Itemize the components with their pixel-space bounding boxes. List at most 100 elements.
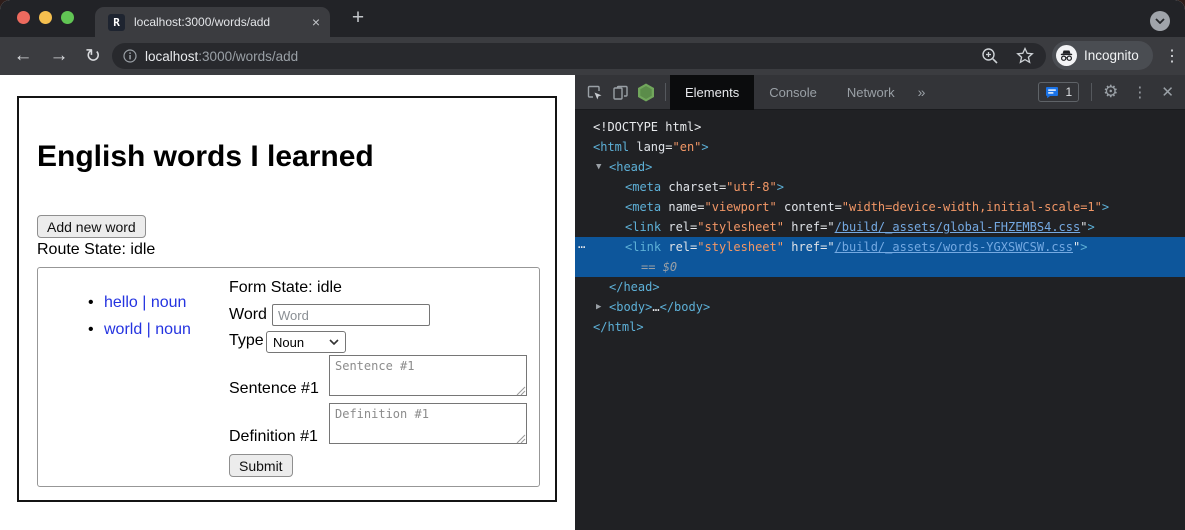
code-token: href xyxy=(791,240,820,254)
code-token: rel xyxy=(668,220,690,234)
web-page: English words I learned Add new word Rou… xyxy=(0,75,575,530)
code-token xyxy=(777,200,784,214)
back-icon[interactable]: ← xyxy=(8,37,38,75)
collapse-arrow-icon[interactable]: ▶ xyxy=(596,297,601,317)
sentence-textarea[interactable] xyxy=(329,355,527,396)
definition-label: Definition #1 xyxy=(229,428,318,446)
incognito-label: Incognito xyxy=(1084,48,1139,63)
submit-button[interactable]: Submit xyxy=(229,454,293,477)
code-token: =" xyxy=(820,220,834,234)
devtools-code-line[interactable]: == $0 xyxy=(575,257,1185,277)
words-panel: hello | noun world | noun Form State: idl… xyxy=(37,267,540,487)
incognito-icon xyxy=(1056,45,1077,66)
device-toolbar-icon[interactable] xyxy=(610,82,630,102)
code-token: > xyxy=(777,180,784,194)
remix-favicon-icon: R xyxy=(108,14,125,31)
toolbar-divider xyxy=(665,83,666,101)
code-token: =" xyxy=(820,240,834,254)
code-token: </head> xyxy=(609,280,660,294)
type-label: Type xyxy=(229,332,264,350)
code-token: <body> xyxy=(609,300,652,314)
code-token: rel xyxy=(668,240,690,254)
code-token: <link xyxy=(625,240,661,254)
address-bar[interactable]: localhost:3000/words/add xyxy=(112,43,1046,69)
devtools-menu-icon[interactable]: ⋮ xyxy=(1125,83,1154,101)
code-token: name xyxy=(668,200,697,214)
issues-button[interactable]: 1 xyxy=(1038,82,1079,102)
devtools-code-line[interactable]: ⋯<link rel="stylesheet" href="/build/_as… xyxy=(575,237,1185,257)
bookmark-star-icon[interactable] xyxy=(1015,46,1035,66)
code-token: "stylesheet" xyxy=(697,240,784,254)
devtools-code-line[interactable]: ▶<body>…</body> xyxy=(575,297,1185,317)
code-token: == xyxy=(641,260,663,274)
browser-tab[interactable]: R localhost:3000/words/add × xyxy=(95,7,330,37)
code-token: <meta xyxy=(625,180,661,194)
devtools-code-line[interactable]: <meta name="viewport" content="width=dev… xyxy=(575,197,1185,217)
devtools-code-line[interactable]: </head> xyxy=(575,277,1185,297)
url-host: localhost xyxy=(145,49,198,64)
code-token: <html xyxy=(593,140,629,154)
close-tab-icon[interactable]: × xyxy=(312,14,320,30)
code-token: > xyxy=(701,140,708,154)
devtools-panel: Elements Console Network » 1 ⚙ ⋮ ✕ <! xyxy=(575,75,1185,530)
code-token: "stylesheet" xyxy=(697,220,784,234)
devtools-code-line[interactable]: </html> xyxy=(575,317,1185,337)
new-tab-button[interactable]: + xyxy=(344,4,372,32)
info-icon[interactable] xyxy=(123,49,137,63)
form-state-text: Form State: idle xyxy=(229,279,342,297)
tab-network[interactable]: Network xyxy=(832,75,910,110)
word-link[interactable]: hello | noun xyxy=(104,294,186,311)
settings-gear-icon[interactable]: ⚙ xyxy=(1096,82,1125,102)
word-input[interactable] xyxy=(272,304,430,326)
devtools-code-line[interactable]: <link rel="stylesheet" href="/build/_ass… xyxy=(575,217,1185,237)
devtools-toolbar: Elements Console Network » 1 ⚙ ⋮ ✕ xyxy=(575,75,1185,110)
stylesheet-link[interactable]: /build/_assets/words-YGXSWCSW.css xyxy=(835,240,1073,254)
reload-icon[interactable]: ↻ xyxy=(78,37,108,75)
node-icon[interactable] xyxy=(636,82,656,102)
node-actions-icon[interactable]: ⋯ xyxy=(578,237,585,257)
window-minimize-button[interactable] xyxy=(39,11,52,24)
tab-search-button[interactable] xyxy=(1150,11,1170,31)
definition-textarea[interactable] xyxy=(329,403,527,444)
issues-bubble-icon xyxy=(1045,86,1059,99)
devtools-close-icon[interactable]: ✕ xyxy=(1154,83,1181,101)
code-token: <link xyxy=(625,220,661,234)
devtools-code-line[interactable]: ▼<head> xyxy=(575,157,1185,177)
browser-menu-button[interactable]: ⋮ xyxy=(1160,37,1184,75)
route-state-text: Route State: idle xyxy=(37,241,155,259)
code-token: "width=device-width,initial-scale=1" xyxy=(842,200,1102,214)
incognito-badge: Incognito xyxy=(1052,41,1153,70)
more-tabs-icon[interactable]: » xyxy=(910,84,934,100)
code-token: > xyxy=(1102,200,1109,214)
tab-strip: R localhost:3000/words/add × + xyxy=(0,0,1185,37)
code-token: = xyxy=(835,200,842,214)
code-token: href xyxy=(791,220,820,234)
add-new-word-button[interactable]: Add new word xyxy=(37,215,146,238)
window-zoom-button[interactable] xyxy=(61,11,74,24)
stylesheet-link[interactable]: /build/_assets/global-FHZEMBS4.css xyxy=(835,220,1081,234)
window-close-button[interactable] xyxy=(17,11,30,24)
issues-count: 1 xyxy=(1065,85,1072,99)
list-item: hello | noun xyxy=(90,294,191,312)
devtools-code-line[interactable]: <meta charset="utf-8"> xyxy=(575,177,1185,197)
forward-icon[interactable]: → xyxy=(44,37,74,75)
type-select[interactable]: Noun xyxy=(266,331,346,353)
code-token: </body> xyxy=(660,300,711,314)
chevron-down-icon xyxy=(329,339,339,345)
devtools-code-line[interactable]: <!DOCTYPE html> xyxy=(575,117,1185,137)
chevron-down-icon xyxy=(1155,18,1165,24)
url-text[interactable]: localhost:3000/words/add xyxy=(145,49,298,64)
word-list: hello | noun world | noun xyxy=(90,294,191,348)
browser-toolbar: ← → ↻ localhost:3000/words/add xyxy=(0,37,1185,75)
toolbar-divider xyxy=(1091,83,1092,101)
word-link[interactable]: world | noun xyxy=(104,321,191,338)
inspect-element-icon[interactable] xyxy=(584,82,604,102)
tab-elements[interactable]: Elements xyxy=(670,75,754,110)
code-token: > xyxy=(1080,240,1087,254)
code-token: "viewport" xyxy=(705,200,777,214)
expand-arrow-icon[interactable]: ▼ xyxy=(596,157,601,177)
zoom-indicator-icon[interactable] xyxy=(980,46,1000,66)
tab-console[interactable]: Console xyxy=(754,75,832,110)
devtools-code-line[interactable]: <html lang="en"> xyxy=(575,137,1185,157)
code-token: lang xyxy=(636,140,665,154)
